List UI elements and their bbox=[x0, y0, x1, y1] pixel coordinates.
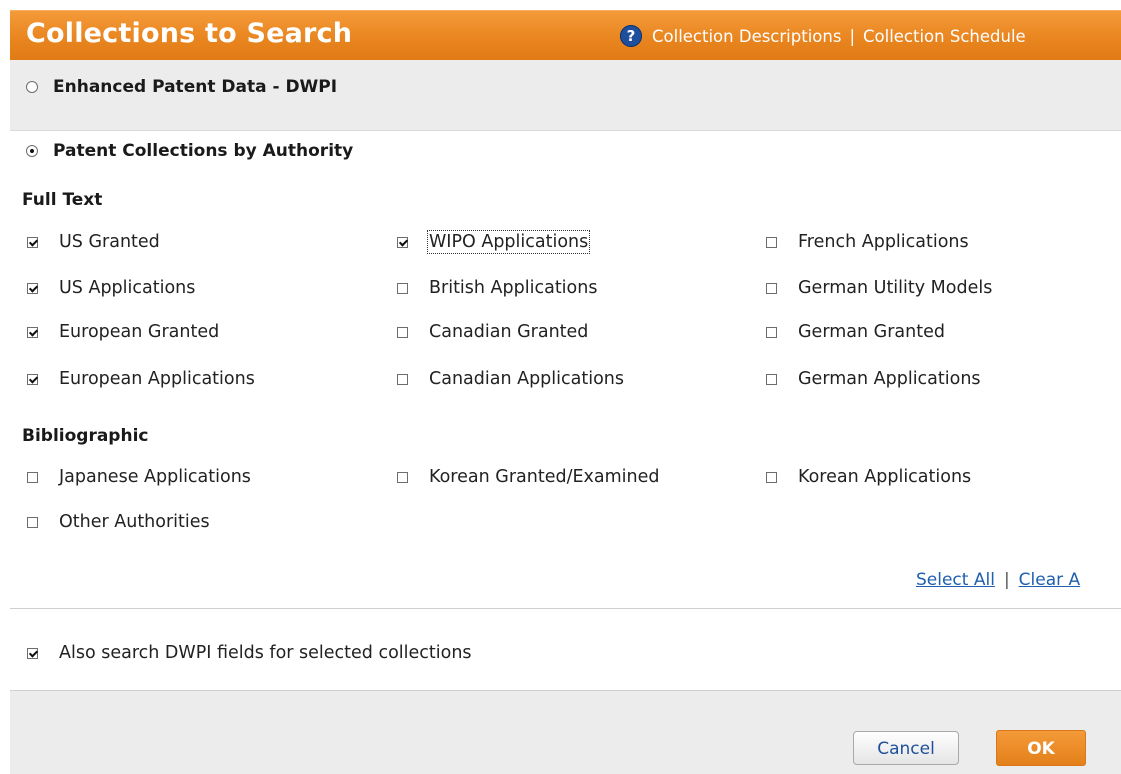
cancel-button[interactable]: Cancel bbox=[853, 731, 959, 765]
collection-german-applications[interactable]: German Applications bbox=[766, 369, 981, 389]
authority-radio[interactable] bbox=[26, 145, 38, 157]
authority-radio-option[interactable]: Patent Collections by Authority bbox=[26, 141, 353, 161]
header-link-separator: | bbox=[849, 26, 855, 46]
dwpi-radio-option[interactable]: Enhanced Patent Data - DWPI bbox=[26, 77, 337, 97]
authority-radio-label: Patent Collections by Authority bbox=[53, 141, 354, 161]
checkbox-label: Also search DWPI fields for selected col… bbox=[59, 643, 472, 663]
checkbox-label: German Applications bbox=[798, 369, 981, 389]
checkbox-label: US Applications bbox=[59, 278, 196, 298]
dwpi-radio[interactable] bbox=[26, 81, 38, 93]
checkbox[interactable] bbox=[27, 326, 38, 338]
collection-german-granted[interactable]: German Granted bbox=[766, 322, 945, 342]
collection-french-applications[interactable]: French Applications bbox=[766, 232, 969, 252]
button-bar: Cancel OK bbox=[10, 691, 1121, 774]
collection-japanese-applications[interactable]: Japanese Applications bbox=[27, 467, 251, 487]
checkbox[interactable] bbox=[766, 373, 777, 385]
collection-canadian-applications[interactable]: Canadian Applications bbox=[397, 369, 624, 389]
collection-schedule-link[interactable]: Collection Schedule bbox=[863, 27, 1026, 46]
collection-korean-applications[interactable]: Korean Applications bbox=[766, 467, 971, 487]
checkbox[interactable] bbox=[27, 647, 38, 659]
selection-link-separator: | bbox=[1003, 570, 1010, 590]
checkbox[interactable] bbox=[27, 236, 38, 248]
checkbox-label: Canadian Applications bbox=[429, 369, 625, 389]
checkbox-label: French Applications bbox=[798, 232, 969, 252]
collections-dialog: Collections to Search ? Collection Descr… bbox=[0, 0, 1121, 774]
checkbox-label: Canadian Granted bbox=[429, 322, 589, 342]
checkbox[interactable] bbox=[397, 373, 408, 385]
checkbox[interactable] bbox=[27, 471, 38, 483]
checkbox-label: Korean Granted/Examined bbox=[429, 467, 660, 487]
dialog-header: Collections to Search ? Collection Descr… bbox=[10, 10, 1121, 61]
checkbox-label: German Utility Models bbox=[798, 278, 993, 298]
checkbox-label: Japanese Applications bbox=[59, 467, 251, 487]
checkbox[interactable] bbox=[397, 471, 408, 483]
bibliographic-heading: Bibliographic bbox=[22, 426, 149, 446]
collection-korean-granted-examined[interactable]: Korean Granted/Examined bbox=[397, 467, 659, 487]
checkbox[interactable] bbox=[27, 516, 38, 528]
collection-descriptions-link[interactable]: Collection Descriptions bbox=[652, 27, 841, 46]
collection-wipo-applications[interactable]: WIPO Applications bbox=[397, 230, 591, 254]
checkbox[interactable] bbox=[27, 373, 38, 385]
collection-us-applications[interactable]: US Applications bbox=[27, 278, 195, 298]
divider bbox=[10, 608, 1121, 609]
dwpi-radio-label: Enhanced Patent Data - DWPI bbox=[53, 77, 338, 97]
checkbox[interactable] bbox=[397, 282, 408, 294]
checkbox-label: European Applications bbox=[59, 369, 255, 389]
header-links: ? Collection Descriptions | Collection S… bbox=[620, 25, 1026, 47]
selection-links: Select All | Clear A bbox=[916, 570, 1080, 590]
checkbox[interactable] bbox=[766, 471, 777, 483]
checkbox-label: British Applications bbox=[429, 278, 598, 298]
select-all-link[interactable]: Select All bbox=[916, 570, 995, 590]
collection-us-granted[interactable]: US Granted bbox=[27, 232, 160, 252]
checkbox-label: German Granted bbox=[798, 322, 945, 342]
checkbox[interactable] bbox=[397, 326, 408, 338]
checkbox[interactable] bbox=[766, 326, 777, 338]
checkbox-label: European Granted bbox=[59, 322, 220, 342]
dialog-title: Collections to Search bbox=[26, 18, 353, 49]
collection-british-applications[interactable]: British Applications bbox=[397, 278, 597, 298]
checkbox[interactable] bbox=[27, 282, 38, 294]
collection-canadian-granted[interactable]: Canadian Granted bbox=[397, 322, 588, 342]
checkbox-label: Korean Applications bbox=[798, 467, 972, 487]
help-icon[interactable]: ? bbox=[620, 25, 642, 47]
collection-german-utility-models[interactable]: German Utility Models bbox=[766, 278, 992, 298]
checkbox-label: Other Authorities bbox=[59, 512, 210, 532]
checkbox[interactable] bbox=[766, 282, 777, 294]
full-text-heading: Full Text bbox=[22, 190, 103, 210]
ok-button[interactable]: OK bbox=[996, 730, 1086, 766]
dwpi-fields-option[interactable]: Also search DWPI fields for selected col… bbox=[27, 643, 472, 663]
checkbox-label: WIPO Applications bbox=[426, 230, 591, 254]
collection-european-applications[interactable]: European Applications bbox=[27, 369, 255, 389]
clear-all-link[interactable]: Clear A bbox=[1019, 570, 1081, 590]
collection-european-granted[interactable]: European Granted bbox=[27, 322, 219, 342]
collection-other-authorities[interactable]: Other Authorities bbox=[27, 512, 210, 532]
checkbox-label: US Granted bbox=[59, 232, 160, 252]
checkbox[interactable] bbox=[766, 236, 777, 248]
checkbox[interactable] bbox=[397, 236, 408, 248]
